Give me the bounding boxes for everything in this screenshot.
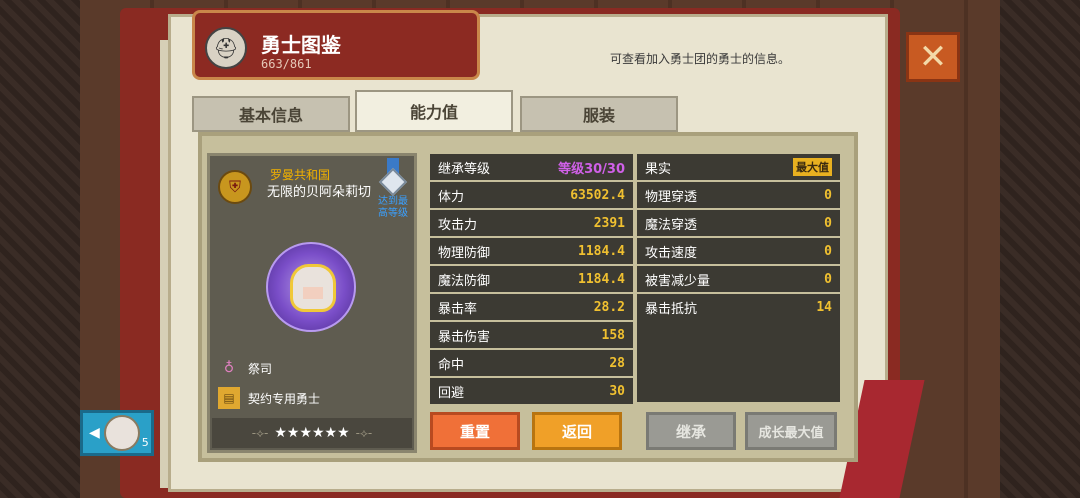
stat-value: 1184.4: [578, 243, 625, 259]
stat-row: 回避 30: [430, 378, 633, 404]
stat-value: 等级30/30: [558, 161, 625, 177]
star-rating: -⟡- ★★★★★★ -⟡-: [212, 418, 412, 448]
stat-row: 魔法穿透 0: [637, 210, 840, 236]
helmet-icon: ⛑: [205, 27, 247, 69]
stat-row: 继承等级 等级30/30: [430, 154, 633, 180]
avatar: [103, 415, 140, 451]
stat-label: 被害减少量: [645, 273, 711, 289]
ornament-right: -⟡-: [355, 425, 373, 440]
tab-label: 基本信息: [238, 106, 303, 125]
stat-label: 果实: [645, 161, 672, 177]
left-border-pattern: [0, 0, 80, 498]
header-banner: ⛑ 勇士图鉴 663/861: [192, 10, 480, 80]
stat-row: 物理防御 1184.4: [430, 238, 633, 264]
avatar-count: 5: [141, 435, 149, 449]
stat-value: 0: [824, 271, 832, 287]
stat-value: 0: [824, 243, 832, 259]
stat-row: 被害减少量 0: [637, 266, 840, 292]
stat-label: 继承等级: [438, 161, 491, 177]
hero-card: ⛨ 罗曼共和国 无限的贝阿朵莉切 达到最高等级 ♁ 祭司 ▤ 契约专用勇士 -⟡…: [207, 153, 417, 453]
page-title: 勇士图鉴: [261, 33, 341, 57]
stat-row: 攻击力 2391: [430, 210, 633, 236]
collection-count: 663/861: [261, 57, 312, 71]
stat-value: 158: [601, 327, 625, 343]
hero-class: 祭司: [248, 361, 273, 376]
tab-label: 服装: [582, 106, 615, 125]
stat-label: 攻击速度: [645, 245, 698, 261]
stat-row: 魔法防御 1184.4: [430, 266, 633, 292]
hero-switch-button[interactable]: ◀ 5: [80, 410, 154, 456]
stat-label: 物理穿透: [645, 189, 698, 205]
tab-costume[interactable]: 服装: [520, 96, 678, 132]
stat-row: 暴击抵抗 14: [637, 294, 840, 320]
button-label: 继承: [675, 422, 706, 441]
stat-value: 63502.4: [570, 187, 625, 203]
stat-label: 物理防御: [438, 245, 491, 261]
stat-value: 14: [816, 299, 832, 315]
stat-row: 命中 28: [430, 350, 633, 376]
class-row: ♁ 祭司: [218, 356, 272, 380]
close-icon: ✕: [918, 37, 948, 77]
tab-label: 能力值: [409, 103, 458, 122]
stat-label: 魔法防御: [438, 273, 491, 289]
reset-button[interactable]: 重置: [430, 412, 520, 450]
tab-stats[interactable]: 能力值: [355, 90, 513, 132]
hero-name: 无限的贝阿朵莉切: [266, 185, 371, 200]
stat-label: 暴击率: [438, 301, 478, 317]
back-button[interactable]: 返回: [532, 412, 622, 450]
ornament-left: -⟡-: [251, 425, 269, 440]
hero-nation: 罗曼共和国: [270, 168, 331, 182]
stat-label: 魔法穿透: [645, 217, 698, 233]
stat-value: 30: [609, 383, 625, 399]
empty-stat-area: [637, 320, 840, 402]
stat-value: 28.2: [593, 299, 625, 315]
spartan-crest-icon: ⛨: [218, 170, 252, 204]
stat-label: 暴击抵抗: [645, 301, 698, 317]
max-badge: 最大值: [793, 158, 832, 176]
button-label: 重置: [459, 422, 490, 441]
stat-label: 暴击伤害: [438, 329, 491, 345]
stat-value: 2391: [593, 215, 625, 231]
priest-class-icon: ♁: [223, 360, 235, 376]
close-button[interactable]: ✕: [906, 32, 960, 82]
stat-row: 物理穿透 0: [637, 182, 840, 208]
stat-label: 命中: [438, 357, 465, 373]
stat-row: 暴击率 28.2: [430, 294, 633, 320]
stat-label: 回避: [438, 385, 465, 401]
stat-row: 体力 63502.4: [430, 182, 633, 208]
chevron-left-icon: ◀: [89, 425, 100, 441]
tab-basic-info[interactable]: 基本信息: [192, 96, 350, 132]
stars: ★★★★★★: [274, 425, 350, 441]
button-label: 成长最大值: [758, 425, 824, 441]
right-border-pattern: [1000, 0, 1080, 498]
stat-row: 果实 最大值: [637, 154, 840, 180]
max-level-label: 达到最高等级: [378, 196, 408, 219]
button-label: 返回: [561, 422, 592, 441]
stat-row: 暴击伤害 158: [430, 322, 633, 348]
hero-portrait[interactable]: [266, 242, 356, 332]
stat-value: 0: [824, 187, 832, 203]
type-row: ▤ 契约专用勇士: [218, 386, 320, 410]
stat-label: 体力: [438, 189, 465, 205]
hint-text: 可查看加入勇士团的勇士的信息。: [610, 52, 791, 66]
scroll-icon: ▤: [218, 387, 240, 409]
inherit-button[interactable]: 继承: [646, 412, 736, 450]
stat-row: 攻击速度 0: [637, 238, 840, 264]
growth-max-button[interactable]: 成长最大值: [745, 412, 837, 450]
stat-value: 28: [609, 355, 625, 371]
stat-label: 攻击力: [438, 217, 478, 233]
stat-value: 0: [824, 215, 832, 231]
hero-type: 契约专用勇士: [248, 391, 321, 406]
stat-value: 1184.4: [578, 271, 625, 287]
